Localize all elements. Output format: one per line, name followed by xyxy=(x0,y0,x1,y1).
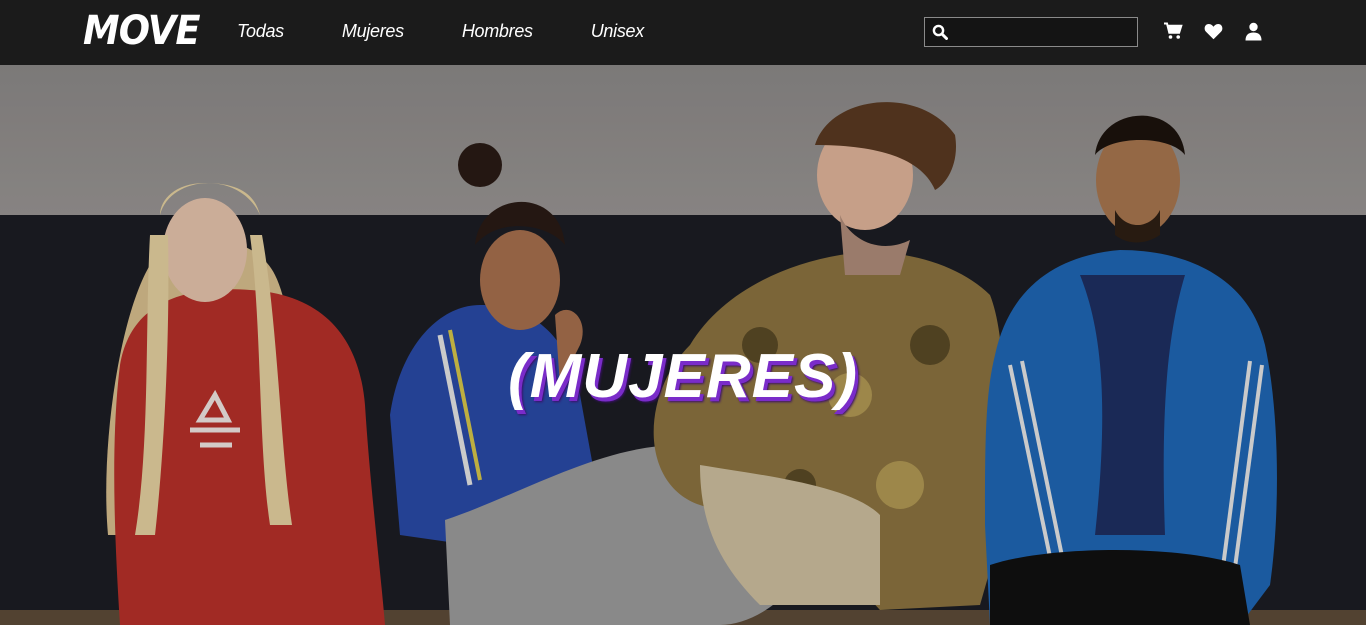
cart-icon[interactable] xyxy=(1162,20,1184,42)
hero-title: (MUJERES) xyxy=(507,342,859,411)
hero-banner: (MUJERES) xyxy=(0,65,1366,625)
nav-link-hombres[interactable]: Hombres xyxy=(462,21,533,42)
nav-link-mujeres[interactable]: Mujeres xyxy=(342,21,404,42)
heart-icon[interactable] xyxy=(1202,20,1224,42)
nav-link-todas[interactable]: Todas xyxy=(237,21,284,42)
search-icon[interactable] xyxy=(932,24,948,40)
nav-link-unisex[interactable]: Unisex xyxy=(591,21,645,42)
user-icon[interactable] xyxy=(1242,20,1264,42)
search-box xyxy=(924,17,1138,47)
brand-logo[interactable]: MOVE xyxy=(83,8,200,54)
search-input[interactable] xyxy=(954,24,1134,40)
header-actions xyxy=(1162,20,1282,42)
top-navbar: MOVE Todas Mujeres Hombres Unisex xyxy=(0,0,1366,65)
category-nav: Todas Mujeres Hombres Unisex xyxy=(237,21,702,42)
